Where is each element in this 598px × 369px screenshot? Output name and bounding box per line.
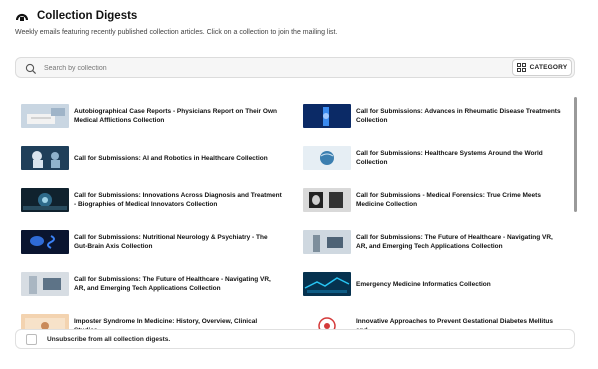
- collection-thumbnail: [21, 314, 69, 330]
- collection-item-future-healthcare-right[interactable]: Call for Submissions: The Future of Heal…: [303, 230, 564, 254]
- search-bar: CATEGORY: [15, 57, 575, 78]
- collection-thumbnail: [21, 188, 69, 212]
- list-scrollbar[interactable]: [574, 97, 577, 212]
- collection-thumbnail: [303, 146, 351, 170]
- collection-item-imposter-syndrome[interactable]: Imposter Syndrome In Medicine: History, …: [21, 314, 282, 330]
- collection-item-label: Emergency Medicine Informatics Collectio…: [356, 280, 491, 288]
- grid-icon: [516, 63, 526, 72]
- collection-item-label: Call for Submissions: Nutritional Neurol…: [74, 234, 268, 250]
- collection-thumbnail: [21, 230, 69, 254]
- collection-item-future-healthcare-left[interactable]: Call for Submissions: The Future of Heal…: [21, 272, 282, 296]
- collection-item-label: Call for Submissions: The Future of Heal…: [74, 276, 271, 292]
- collection-item-rheumatic[interactable]: Call for Submissions: Advances in Rheuma…: [303, 104, 564, 128]
- page-header: Collection Digests: [15, 9, 137, 23]
- collection-thumbnail: [303, 104, 351, 128]
- collection-thumbnail: [303, 314, 351, 330]
- category-button-label: CATEGORY: [529, 64, 568, 71]
- collection-item-label: Call for Submissions: AI and Robotics in…: [74, 154, 268, 162]
- collection-item-healthcare-systems[interactable]: Call for Submissions: Healthcare Systems…: [303, 146, 564, 170]
- collection-item-emergency-informatics[interactable]: Emergency Medicine Informatics Collectio…: [303, 272, 564, 296]
- unsubscribe-checkbox[interactable]: [26, 333, 37, 345]
- collection-thumbnail: [303, 188, 351, 212]
- collection-item-label: Call for Submissions: Advances in Rheuma…: [356, 108, 561, 124]
- category-button[interactable]: CATEGORY: [512, 59, 572, 76]
- collection-thumbnail: [21, 104, 69, 128]
- collection-item-medical-forensics[interactable]: Call for Submissions - Medical Forensics…: [303, 188, 564, 212]
- collection-thumbnail: [303, 230, 351, 254]
- collection-item-label: Call for Submissions: Innovations Across…: [74, 192, 282, 208]
- collection-item-label: Call for Submissions - Medical Forensics…: [356, 192, 541, 208]
- collection-item-nutritional-neurology[interactable]: Call for Submissions: Nutritional Neurol…: [21, 230, 282, 254]
- search-input[interactable]: [44, 61, 474, 75]
- collection-item-label: Call for Submissions: Healthcare Systems…: [356, 150, 543, 166]
- collection-list: Autobiographical Case Reports - Physicia…: [15, 95, 581, 330]
- collection-item-label: Call for Submissions: The Future of Heal…: [356, 234, 553, 250]
- collection-item-ai-robotics[interactable]: Call for Submissions: AI and Robotics in…: [21, 146, 282, 170]
- page-subtitle: Weekly emails featuring recently publish…: [15, 29, 338, 36]
- collection-item-innovations[interactable]: Call for Submissions: Innovations Across…: [21, 188, 282, 212]
- unsubscribe-bar: Unsubscribe from all collection digests.: [15, 329, 575, 349]
- unsubscribe-label: Unsubscribe from all collection digests.: [47, 335, 171, 343]
- search-icon: [25, 62, 37, 75]
- collection-thumbnail: [303, 272, 351, 296]
- cureus-logo-icon: [15, 9, 29, 23]
- collection-thumbnail: [21, 272, 69, 296]
- page-title: Collection Digests: [37, 10, 138, 22]
- collection-item-label: Autobiographical Case Reports - Physicia…: [74, 108, 277, 124]
- collection-thumbnail: [21, 146, 69, 170]
- collection-item-autobiographical[interactable]: Autobiographical Case Reports - Physicia…: [21, 104, 282, 128]
- collection-item-gestational-diabetes[interactable]: Innovative Approaches to Prevent Gestati…: [303, 314, 564, 330]
